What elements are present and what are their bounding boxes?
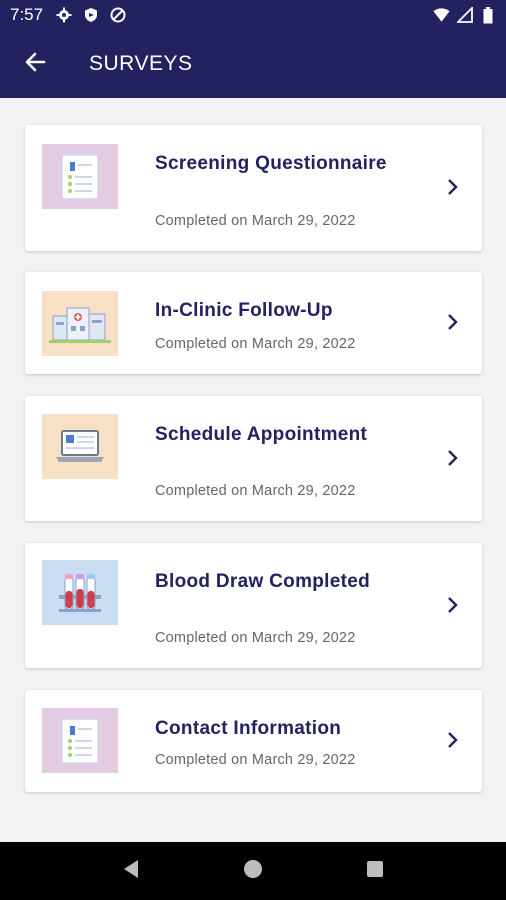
page-title: SURVEYS (89, 52, 193, 75)
survey-status: Completed on March 29, 2022 (155, 213, 356, 229)
nav-back-button[interactable] (111, 851, 151, 891)
survey-title: Screening Questionnaire (155, 153, 387, 174)
system-nav-bar (0, 842, 506, 900)
survey-list: Screening Questionnaire Completed on Mar… (0, 98, 506, 842)
status-time: 7:57 (10, 5, 44, 24)
gear-icon (55, 7, 72, 24)
status-icons-left (55, 7, 126, 24)
back-triangle-icon (122, 859, 140, 884)
survey-card-contact-information[interactable]: Contact Information Completed on March 2… (25, 690, 482, 792)
survey-card-blood-draw-completed[interactable]: Blood Draw Completed Completed on March … (25, 543, 482, 668)
chevron-right-icon (444, 595, 460, 615)
wifi-icon (433, 7, 450, 24)
survey-title: Contact Information (155, 718, 342, 739)
test-tubes-icon (42, 560, 118, 625)
survey-status: Completed on March 29, 2022 (155, 483, 356, 499)
survey-card-in-clinic-follow-up[interactable]: In-Clinic Follow-Up Completed on March 2… (25, 272, 482, 374)
battery-icon (479, 6, 496, 24)
document-icon (42, 144, 118, 209)
nav-home-button[interactable] (233, 851, 273, 891)
survey-card-schedule-appointment[interactable]: Schedule Appointment Completed on March … (25, 396, 482, 521)
recents-square-icon (366, 860, 384, 883)
survey-status: Completed on March 29, 2022 (155, 752, 356, 768)
chevron-right-icon (444, 730, 460, 750)
status-icons-right (433, 6, 496, 24)
survey-title: In-Clinic Follow-Up (155, 300, 333, 321)
shield-icon (82, 7, 99, 24)
survey-card-screening-questionnaire[interactable]: Screening Questionnaire Completed on Mar… (25, 125, 482, 251)
survey-title: Blood Draw Completed (155, 571, 371, 592)
at-sign-icon (109, 7, 126, 24)
status-bar: 7:57 (0, 0, 506, 30)
arrow-left-icon (24, 51, 46, 78)
home-circle-icon (243, 859, 263, 884)
chevron-right-icon (444, 448, 460, 468)
back-button[interactable] (13, 42, 57, 86)
survey-title: Schedule Appointment (155, 424, 368, 445)
app-bar: SURVEYS (0, 30, 506, 98)
laptop-icon (42, 414, 118, 479)
nav-recents-button[interactable] (355, 851, 395, 891)
chevron-right-icon (444, 177, 460, 197)
document-icon (42, 708, 118, 773)
survey-status: Completed on March 29, 2022 (155, 630, 356, 646)
clinic-building-icon (42, 291, 118, 356)
chevron-right-icon (444, 312, 460, 332)
signal-icon (456, 7, 473, 24)
survey-status: Completed on March 29, 2022 (155, 336, 356, 352)
